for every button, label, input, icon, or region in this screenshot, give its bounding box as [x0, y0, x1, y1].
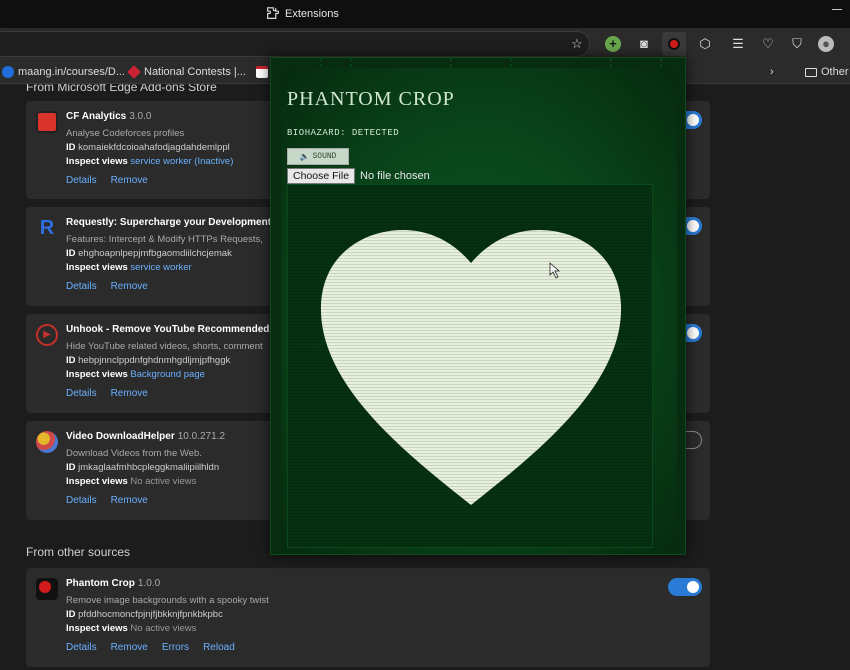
folder-icon	[805, 67, 817, 77]
image-preview-canvas[interactable]	[287, 184, 653, 548]
remove-link[interactable]: Remove	[111, 388, 148, 399]
extension-name: Unhook - Remove YouTube Recommended &	[66, 324, 280, 335]
bookmark-item[interactable]	[256, 66, 268, 78]
section-heading: From other sources	[26, 545, 131, 559]
inspect-views: Inspect views No active views	[66, 623, 197, 634]
card-actions: Details Remove	[66, 495, 148, 506]
requestly-icon: R	[39, 217, 55, 239]
extension-name: Video DownloadHelper 10.0.271.2	[66, 431, 225, 442]
preview-svg	[288, 230, 652, 505]
inspect-link[interactable]: Background page	[130, 369, 204, 380]
popup-title: PHANTOM CROP	[287, 88, 455, 110]
card-actions: Details Remove	[66, 281, 148, 292]
card-actions: Details Remove	[66, 175, 148, 186]
details-link[interactable]: Details	[66, 495, 97, 506]
video-downloadhelper-icon	[36, 431, 58, 453]
extension-id: ID hebpjnnclppdnfghdnmhgdljmjpfhggk	[66, 355, 231, 366]
bookmark-item[interactable]: National Contests |...	[127, 65, 246, 79]
window-title-text: Extensions	[285, 7, 339, 20]
extension-id: ID ehghoapnlpepjmfbgaomdiilchcjemak	[66, 248, 232, 259]
extension-id: ID pfddhocmoncfpjnjfjbkknjfpnkbkpbc	[66, 609, 223, 620]
inspect-views: Inspect views No active views	[66, 476, 197, 487]
extension-name: Phantom Crop 1.0.0	[66, 578, 161, 589]
extension-description: Analyse Codeforces profiles	[66, 128, 185, 139]
phantom-crop-toolbar-button[interactable]	[662, 32, 686, 56]
address-bar-row: ☆ + ◙ ⬡ ☰ ♡ ⛉ ●	[0, 28, 850, 60]
shield-icon[interactable]: ⛉	[789, 36, 805, 52]
heart-shape	[320, 230, 622, 505]
extension-description: Hide YouTube related videos, shorts, com…	[66, 341, 263, 352]
favorite-star-icon[interactable]: ☆	[569, 36, 585, 52]
health-icon[interactable]: ♡	[760, 36, 776, 52]
extension-toggle[interactable]	[668, 578, 702, 596]
favorites-icon[interactable]: ☰	[730, 36, 746, 52]
extension-description: Features: Intercept & Modify HTTPs Reque…	[66, 234, 263, 245]
cf-analytics-icon	[36, 111, 58, 133]
extension-id: ID komaiekfdcoioahafodjagdahdemlppl	[66, 142, 230, 153]
status-text: BIOHAZARD: DETECTED	[287, 128, 400, 138]
extension-name: Requestly: Supercharge your Development …	[66, 217, 282, 228]
window-title: Extensions	[266, 7, 339, 20]
remove-link[interactable]: Remove	[111, 642, 148, 653]
extension-description: Remove image backgrounds with a spooky t…	[66, 595, 269, 606]
gmail-icon	[256, 66, 268, 78]
extension-plus-icon[interactable]: +	[605, 36, 621, 52]
card-actions: Details Remove Errors Reload	[66, 642, 235, 653]
inspect-views: Inspect views Background page	[66, 369, 205, 380]
bookmark-label: National Contests |...	[144, 66, 246, 78]
remove-link[interactable]: Remove	[111, 281, 148, 292]
reload-link[interactable]: Reload	[203, 642, 235, 653]
errors-link[interactable]: Errors	[162, 642, 189, 653]
sound-button[interactable]: 🔈 SOUND	[287, 148, 349, 165]
extension-id: ID jmkaglaafmhbcpleggkmaliipiilhldn	[66, 462, 220, 473]
popup-content: PHANTOM CROP BIOHAZARD: DETECTED 🔈 SOUND…	[271, 58, 685, 554]
details-link[interactable]: Details	[66, 281, 97, 292]
remove-link[interactable]: Remove	[111, 175, 148, 186]
window-titlebar: Extensions	[0, 0, 850, 28]
card-actions: Details Remove	[66, 388, 148, 399]
bookmark-folder-other[interactable]: Other	[805, 66, 849, 78]
file-picker: Choose File No file chosen	[287, 168, 430, 184]
minimize-button[interactable]	[832, 9, 842, 10]
inspect-link[interactable]: service worker (Inactive)	[130, 156, 233, 167]
remove-link[interactable]: Remove	[111, 495, 148, 506]
inspect-views: Inspect views service worker	[66, 262, 192, 273]
bookmarks-overflow-chevron-icon[interactable]: ›	[770, 66, 774, 78]
extensions-icon[interactable]: ⬡	[697, 36, 713, 52]
bookmark-item[interactable]: maang.in/courses/D...	[2, 66, 125, 78]
details-link[interactable]: Details	[66, 642, 97, 653]
details-link[interactable]: Details	[66, 175, 97, 186]
extension-card: Phantom Crop 1.0.0 Remove image backgroun…	[26, 568, 710, 667]
bookmark-favicon-icon	[127, 65, 141, 79]
details-link[interactable]: Details	[66, 388, 97, 399]
phantom-crop-popup: PHANTOM CROP BIOHAZARD: DETECTED 🔈 SOUND…	[270, 57, 686, 555]
extensions-puzzle-icon	[267, 7, 279, 19]
phantom-crop-icon	[36, 578, 58, 600]
section-heading: From Microsoft Edge Add-ons Store	[26, 84, 217, 94]
bookmark-folder-label: Other	[821, 66, 849, 78]
file-status: No file chosen	[360, 170, 430, 182]
bookmark-label: maang.in/courses/D...	[18, 66, 125, 78]
sound-label: SOUND	[312, 152, 337, 161]
inspect-views: Inspect views service worker (Inactive)	[66, 156, 234, 167]
profile-avatar[interactable]: ●	[818, 36, 834, 52]
camera-icon[interactable]: ◙	[636, 36, 652, 52]
extension-name: CF Analytics 3.0.0	[66, 111, 152, 122]
choose-file-button[interactable]: Choose File	[287, 168, 356, 184]
speaker-icon: 🔈	[299, 152, 310, 162]
inspect-link[interactable]: service worker	[130, 262, 191, 273]
extension-description: Download Videos from the Web.	[66, 448, 202, 459]
bookmark-favicon-icon	[2, 66, 14, 78]
address-bar[interactable]	[0, 31, 590, 57]
unhook-play-icon: ▶	[36, 324, 58, 346]
